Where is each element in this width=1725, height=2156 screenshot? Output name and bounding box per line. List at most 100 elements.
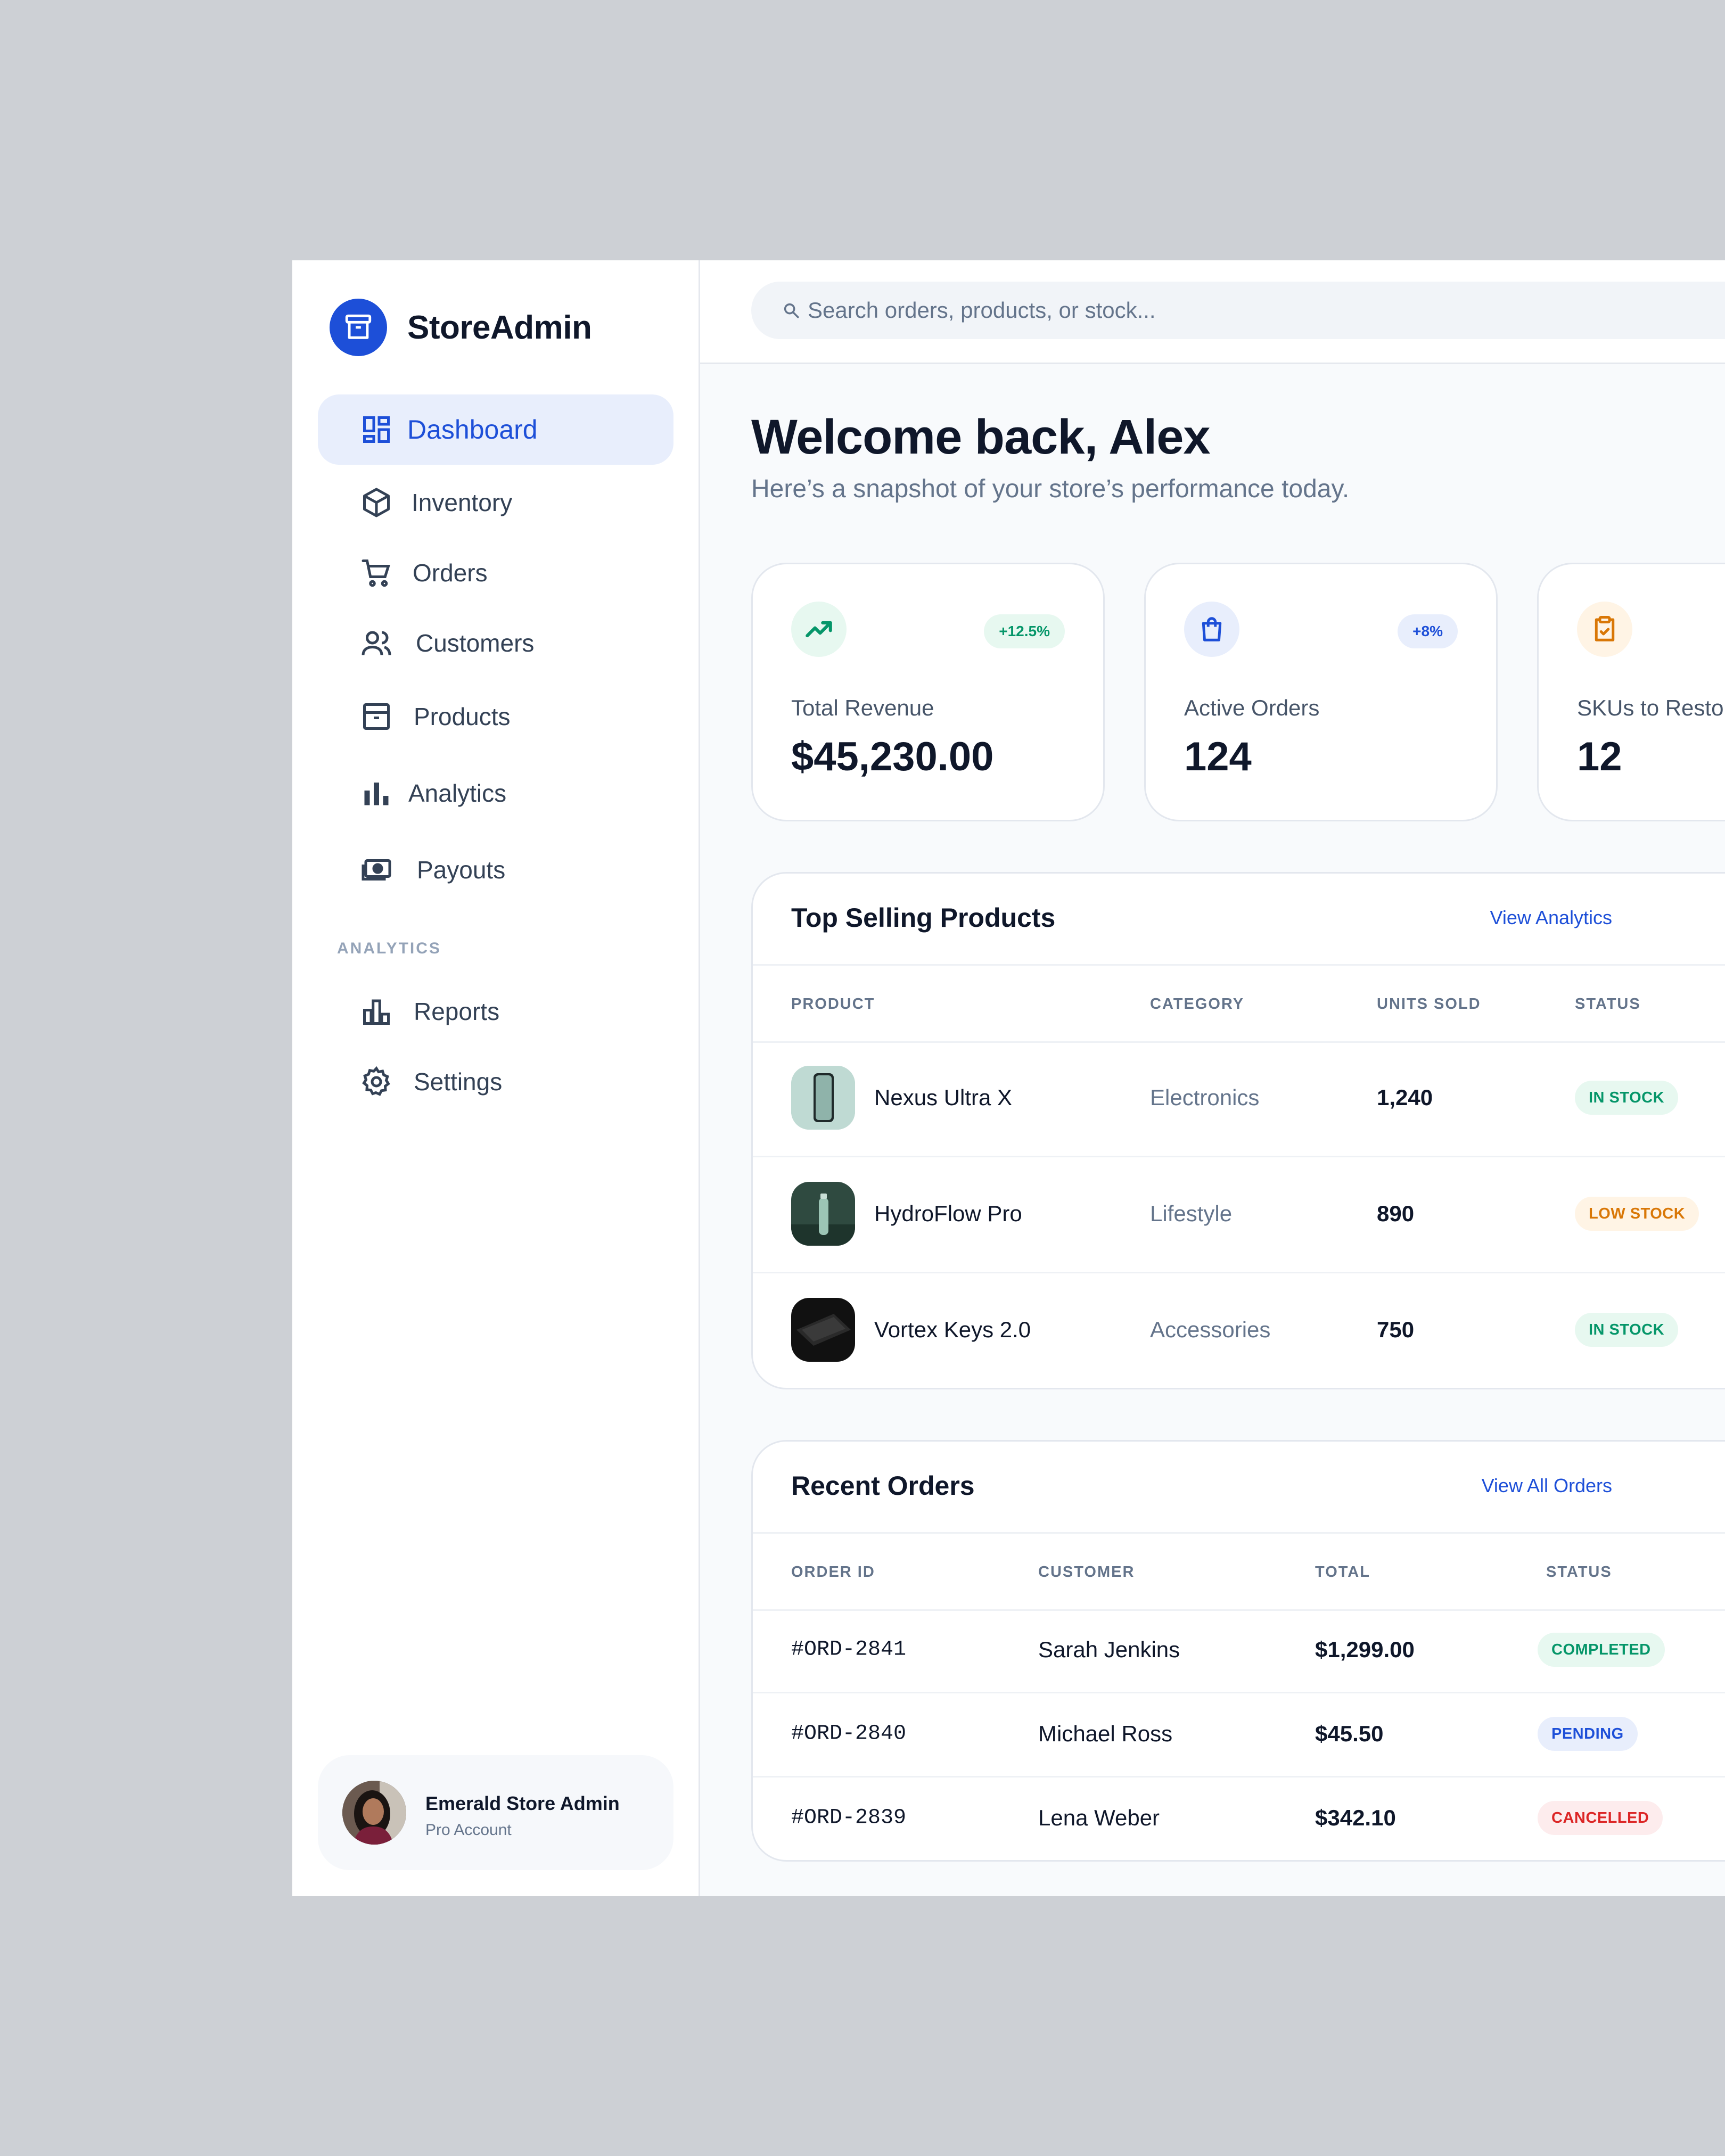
trending-up-icon [791, 602, 847, 657]
sidebar-item-inventory[interactable]: Inventory [318, 467, 673, 538]
column-header: CUSTOMER [1038, 1563, 1135, 1581]
sidebar-item-analytics[interactable]: Analytics [318, 758, 673, 828]
product-thumbnail [791, 1066, 855, 1130]
order-id: #ORD-2839 [791, 1806, 907, 1830]
column-header: UNITS SOLD [1377, 995, 1481, 1013]
stat-card-skus[interactable]: SKUs to Resto 12 [1537, 563, 1725, 821]
order-total: $342.10 [1315, 1805, 1396, 1830]
users-icon [362, 631, 391, 655]
store-logo-icon [330, 299, 387, 356]
status-badge: CANCELLED [1538, 1801, 1663, 1835]
column-header: TOTAL [1315, 1563, 1370, 1581]
sidebar-item-dashboard[interactable]: Dashboard [318, 394, 673, 465]
brand[interactable]: StoreAdmin [330, 299, 592, 356]
order-total: $45.50 [1315, 1721, 1384, 1746]
customer-name: Michael Ross [1038, 1721, 1173, 1746]
sidebar-item-payouts[interactable]: Payouts [318, 835, 673, 905]
sidebar-item-reports[interactable]: Reports [318, 976, 673, 1047]
order-id: #ORD-2841 [791, 1637, 907, 1662]
stat-label: Active Orders [1184, 695, 1320, 720]
product-category: Lifestyle [1150, 1201, 1233, 1226]
status-badge: IN STOCK [1575, 1081, 1679, 1115]
view-analytics-link[interactable]: View Analytics [1490, 907, 1612, 929]
sidebar-item-products[interactable]: Products [318, 681, 673, 752]
topbar [700, 260, 1725, 364]
customer-name: Lena Weber [1038, 1805, 1160, 1830]
product-name: Nexus Ultra X [874, 1085, 1013, 1110]
reports-icon [363, 999, 390, 1025]
sidebar-item-label: Payouts [417, 856, 506, 884]
product-category: Electronics [1150, 1085, 1260, 1110]
search-bar[interactable] [751, 282, 1725, 339]
status-badge: COMPLETED [1538, 1633, 1665, 1667]
nav-section-label: ANALYTICS [337, 940, 441, 957]
sidebar-item-label: Settings [414, 1068, 503, 1096]
table-row[interactable]: #ORD-2840 Michael Ross $45.50 PENDING [753, 1692, 1725, 1778]
brand-name: StoreAdmin [407, 309, 592, 346]
top-products-panel: Top Selling Products View Analytics PROD… [751, 872, 1725, 1389]
column-header: CATEGORY [1150, 995, 1245, 1013]
stat-value: 12 [1577, 734, 1622, 779]
status-badge: PENDING [1538, 1717, 1638, 1751]
table-row[interactable]: #ORD-2841 Sarah Jenkins $1,299.00 COMPLE… [753, 1608, 1725, 1693]
profile-name: Emerald Store Admin [425, 1792, 620, 1814]
cube-icon [363, 488, 390, 517]
page-subtitle: Here’s a snapshot of your store’s perfor… [751, 475, 1350, 503]
sidebar-item-label: Orders [413, 559, 488, 587]
bar-chart-icon [364, 783, 389, 805]
column-header: STATUS [1575, 995, 1641, 1013]
sidebar-item-label: Dashboard [407, 415, 538, 445]
avatar [342, 1781, 406, 1845]
stat-card-revenue[interactable]: +12.5% Total Revenue $45,230.00 [751, 563, 1105, 821]
product-thumbnail [791, 1298, 855, 1362]
table-row[interactable]: #ORD-2839 Lena Weber $342.10 CANCELLED [753, 1776, 1725, 1860]
table-row[interactable]: Nexus Ultra X Electronics 1,240 IN STOCK [753, 1040, 1725, 1157]
clipboard-check-icon [1577, 602, 1632, 657]
sidebar-item-label: Reports [414, 998, 500, 1025]
order-total: $1,299.00 [1315, 1637, 1415, 1662]
product-category: Accessories [1150, 1317, 1271, 1342]
units-sold: 750 [1377, 1317, 1415, 1342]
search-icon [784, 303, 799, 318]
sidebar-item-label: Products [414, 703, 511, 730]
sidebar: StoreAdmin Dashboard Inventory Orders Cu… [292, 260, 700, 1896]
page-title: Welcome back, Alex [751, 410, 1211, 464]
archive-icon [363, 703, 390, 730]
view-all-orders-link[interactable]: View All Orders [1482, 1475, 1612, 1497]
stat-value: $45,230.00 [791, 734, 994, 779]
sidebar-item-label: Inventory [412, 489, 513, 516]
search-input[interactable] [807, 297, 1714, 324]
column-header: STATUS [1546, 1563, 1612, 1581]
app-window: StoreAdmin Dashboard Inventory Orders Cu… [292, 260, 1725, 1896]
product-name: Vortex Keys 2.0 [874, 1317, 1031, 1342]
column-header: PRODUCT [791, 995, 875, 1013]
sidebar-item-settings[interactable]: Settings [318, 1047, 673, 1117]
stat-change-badge: +8% [1398, 614, 1458, 648]
order-id: #ORD-2840 [791, 1722, 907, 1746]
product-thumbnail [791, 1182, 855, 1246]
table-header: PRODUCT CATEGORY UNITS SOLD STATUS [753, 964, 1725, 1043]
stat-change-badge: +12.5% [984, 614, 1065, 648]
status-badge: LOW STOCK [1575, 1197, 1699, 1231]
stat-value: 124 [1184, 734, 1252, 779]
sidebar-item-orders[interactable]: Orders [318, 538, 673, 608]
stat-label: Total Revenue [791, 695, 934, 720]
main-content: Welcome back, Alex Here’s a snapshot of … [700, 363, 1725, 1896]
recent-orders-panel: Recent Orders View All Orders ORDER ID C… [751, 1440, 1725, 1862]
sidebar-item-label: Customers [416, 629, 535, 657]
panel-title: Top Selling Products [791, 903, 1056, 933]
table-row[interactable]: HydroFlow Pro Lifestyle 890 LOW STOCK [753, 1156, 1725, 1273]
gear-icon [362, 1066, 390, 1096]
sidebar-item-customers[interactable]: Customers [318, 608, 673, 678]
units-sold: 890 [1377, 1201, 1415, 1226]
panel-title: Recent Orders [791, 1471, 975, 1501]
stat-card-orders[interactable]: +8% Active Orders 124 [1144, 563, 1498, 821]
dashboard-icon [363, 416, 390, 443]
profile-subtitle: Pro Account [425, 1821, 512, 1839]
table-header: ORDER ID CUSTOMER TOTAL STATUS [753, 1532, 1725, 1611]
user-profile-card[interactable]: Emerald Store Admin Pro Account [318, 1755, 673, 1870]
column-header: ORDER ID [791, 1563, 875, 1581]
status-badge: IN STOCK [1575, 1313, 1679, 1347]
table-row[interactable]: Vortex Keys 2.0 Accessories 750 IN STOCK [753, 1272, 1725, 1388]
stat-label: SKUs to Resto [1577, 695, 1724, 720]
